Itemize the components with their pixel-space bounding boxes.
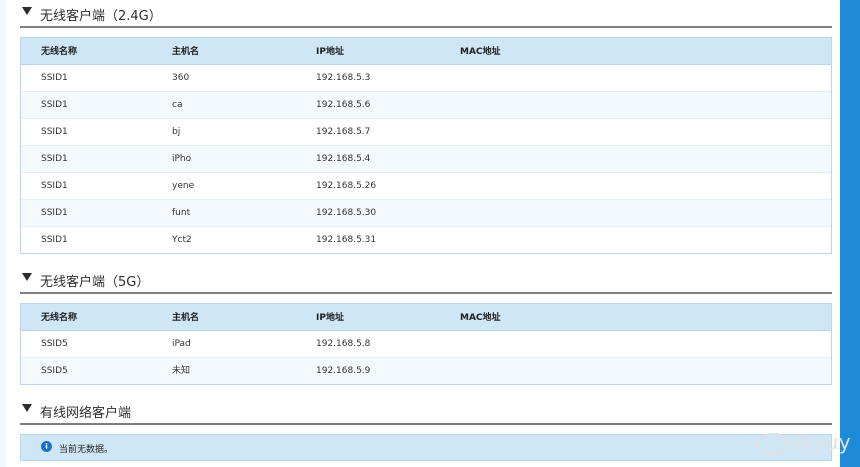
empty-state-notice: i 当前无数据。: [20, 434, 832, 461]
table-row: SSID1 Yct2 192.168.5.31: [21, 227, 831, 253]
cell-host: iPho: [172, 154, 192, 164]
section-divider: [20, 26, 832, 28]
cell-host: ca: [172, 100, 183, 110]
col-header-host: 主机名: [172, 47, 200, 57]
collapse-triangle-icon[interactable]: [22, 404, 32, 412]
section-divider: [20, 423, 832, 425]
watermark-text: skyuy: [791, 430, 852, 454]
cell-ip: 192.168.5.8: [316, 339, 371, 349]
cell-host: 360: [172, 73, 190, 83]
info-icon: i: [41, 441, 52, 452]
cell-ssid: SSID1: [41, 73, 68, 83]
col-header-ssid: 无线名称: [41, 47, 78, 57]
right-scroll-bar[interactable]: [840, 0, 860, 467]
cell-host: yene: [172, 181, 195, 191]
cell-host: bj: [172, 127, 181, 137]
cell-ip: 192.168.5.26: [316, 181, 377, 191]
cell-ssid: SSID1: [41, 100, 68, 110]
table-row: SSID5 iPad 192.168.5.8: [21, 331, 831, 358]
col-header-mac: MAC地址: [460, 313, 501, 323]
section-header-5g[interactable]: 无线客户端（5G）: [20, 266, 832, 294]
cell-host: iPad: [172, 339, 191, 349]
cell-ssid: SSID1: [41, 235, 68, 245]
section-title: 无线客户端（2.4G）: [40, 9, 162, 24]
weibo-logo-icon: [757, 432, 787, 455]
col-header-ip: IP地址: [316, 47, 344, 57]
table-row: SSID1 yene 192.168.5.26: [21, 173, 831, 200]
clients-table-24g: 无线名称 主机名 IP地址 MAC地址 SSID1 360 192.168.5.…: [20, 37, 832, 254]
col-header-host: 主机名: [172, 313, 200, 323]
col-header-mac: MAC地址: [460, 47, 501, 57]
collapse-triangle-icon[interactable]: [22, 273, 32, 281]
cell-host: Yct2: [172, 235, 192, 245]
section-header-wired[interactable]: 有线网络客户端: [20, 397, 832, 425]
cell-ip: 192.168.5.4: [316, 154, 371, 164]
col-header-ip: IP地址: [316, 313, 344, 323]
collapse-triangle-icon[interactable]: [22, 7, 32, 15]
empty-message: 当前无数据。: [59, 445, 114, 455]
cell-host: 未知: [172, 366, 191, 376]
cell-ssid: SSID1: [41, 181, 68, 191]
cell-host: funt: [172, 208, 191, 218]
table-row: SSID1 bj 192.168.5.7: [21, 119, 831, 146]
cell-ssid: SSID1: [41, 127, 68, 137]
weibo-watermark: skyuy: [757, 430, 851, 455]
clients-panel: 无线客户端（2.4G） 无线名称 主机名 IP地址 MAC地址 SSID1 36…: [20, 0, 832, 461]
cell-ssid: SSID1: [41, 208, 68, 218]
cell-ip: 192.168.5.31: [316, 235, 377, 245]
cell-ip: 192.168.5.30: [316, 208, 377, 218]
left-edge: [0, 0, 6, 467]
cell-ip: 192.168.5.7: [316, 127, 371, 137]
col-header-ssid: 无线名称: [41, 313, 78, 323]
section-header-24g[interactable]: 无线客户端（2.4G）: [20, 0, 832, 28]
table-row: SSID1 ca 192.168.5.6: [21, 92, 831, 119]
clients-table-5g: 无线名称 主机名 IP地址 MAC地址 SSID5 iPad 192.168.5…: [20, 303, 832, 385]
table-row: SSID1 funt 192.168.5.30: [21, 200, 831, 227]
section-divider: [20, 292, 832, 294]
table-row: SSID5 未知 192.168.5.9: [21, 358, 831, 384]
table-row: SSID1 iPho 192.168.5.4: [21, 146, 831, 173]
section-title: 有线网络客户端: [40, 406, 132, 421]
table-header: 无线名称 主机名 IP地址 MAC地址: [21, 304, 831, 331]
table-row: SSID1 360 192.168.5.3: [21, 65, 831, 92]
cell-ssid: SSID5: [41, 339, 68, 349]
cell-ip: 192.168.5.6: [316, 100, 371, 110]
cell-ip: 192.168.5.9: [316, 366, 371, 376]
cell-ip: 192.168.5.3: [316, 73, 371, 83]
section-title: 无线客户端（5G）: [40, 275, 150, 290]
cell-ssid: SSID1: [41, 154, 68, 164]
cell-ssid: SSID5: [41, 366, 68, 376]
table-header: 无线名称 主机名 IP地址 MAC地址: [21, 38, 831, 65]
